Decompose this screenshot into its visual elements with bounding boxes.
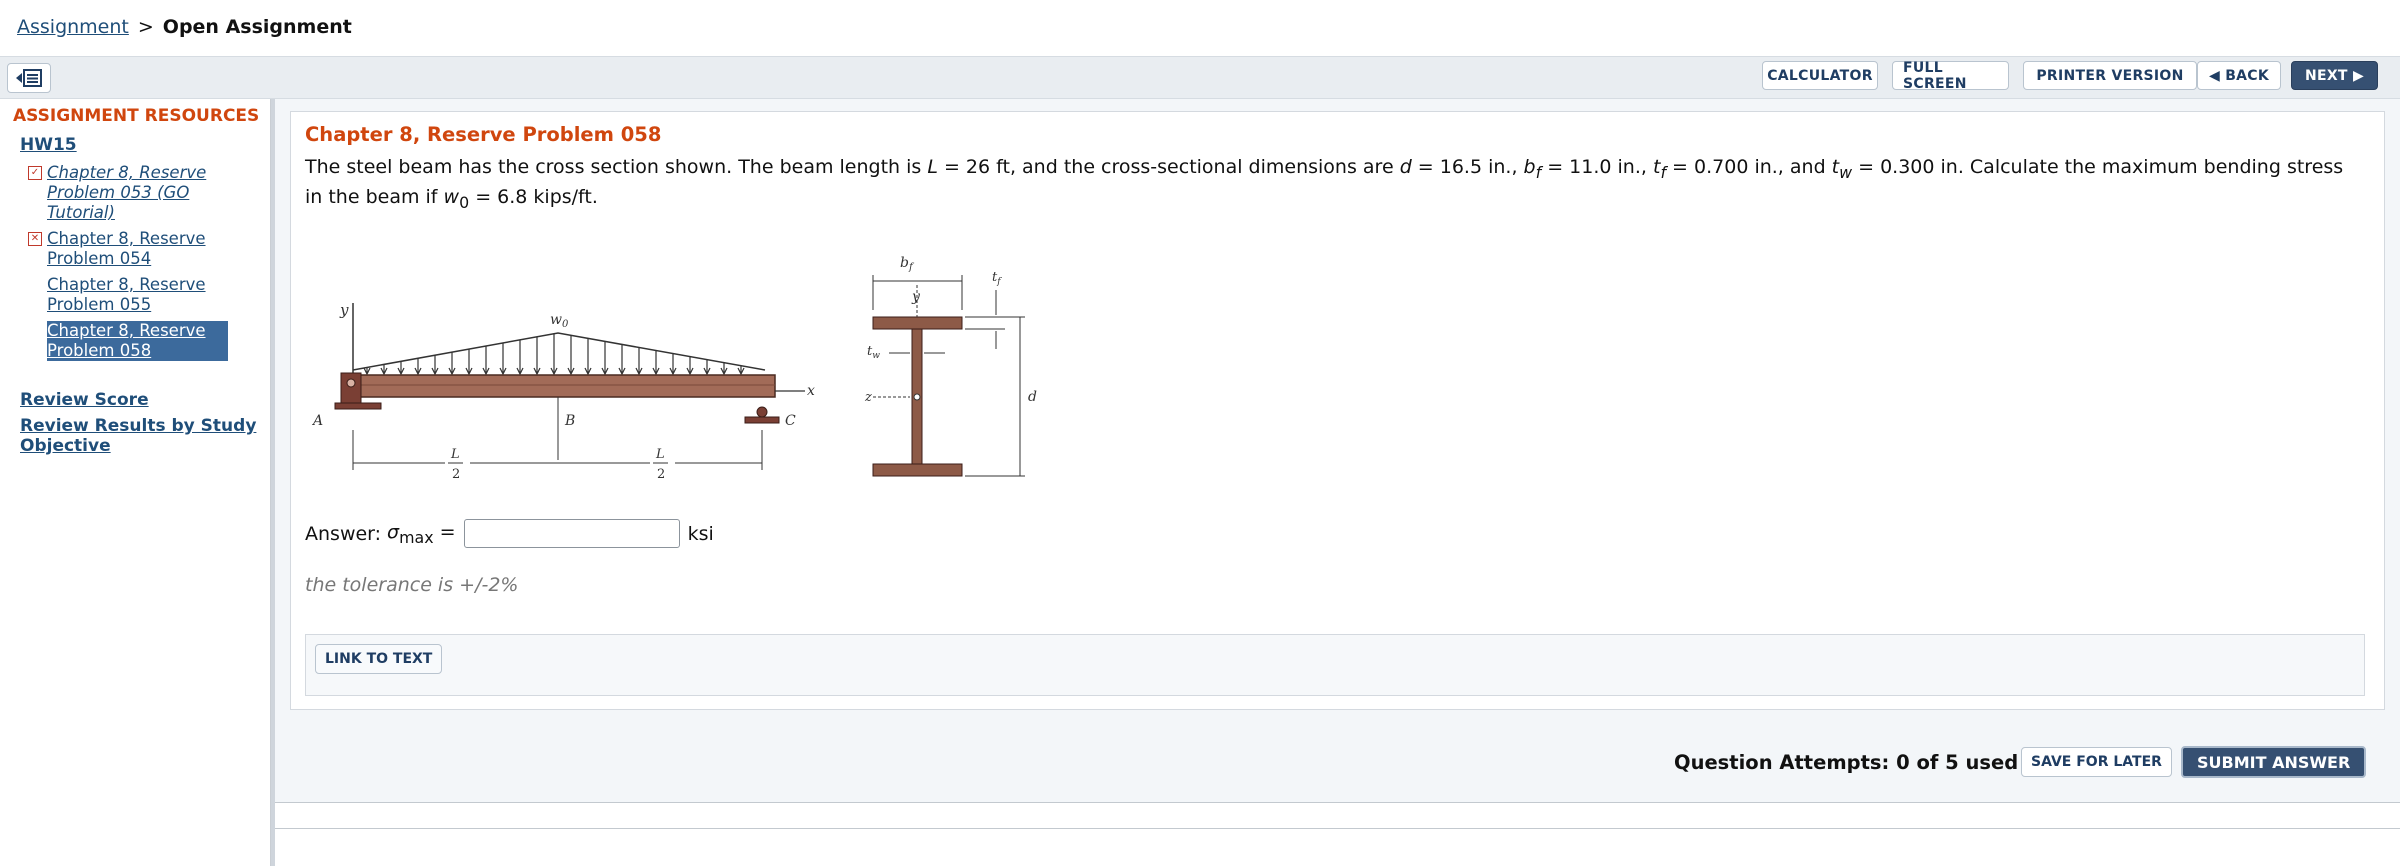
breadcrumb: Assignment > Open Assignment bbox=[17, 12, 352, 42]
printer-version-button[interactable]: PRINTER VERSION bbox=[2023, 61, 2197, 90]
link-to-text-panel bbox=[305, 634, 2365, 696]
question-attempts: Question Attempts: 0 of 5 used bbox=[1674, 751, 2019, 774]
submit-answer-button[interactable]: SUBMIT ANSWER bbox=[2181, 746, 2367, 778]
answer-label: Answer: bbox=[305, 522, 382, 545]
review-results-link[interactable]: Review Results by Study Objective bbox=[20, 416, 260, 456]
svg-text:L: L bbox=[655, 447, 665, 462]
review-score-link[interactable]: Review Score bbox=[20, 390, 260, 410]
sidebar-problem-058: Chapter 8, Reserve Problem 058 bbox=[28, 321, 228, 361]
svg-text:bf: bf bbox=[900, 255, 915, 273]
pin-support-a bbox=[334, 402, 382, 410]
link-to-text-button[interactable]: LINK TO TEXT bbox=[315, 644, 443, 674]
problem-link-055[interactable]: Chapter 8, Reserve Problem 055 bbox=[47, 275, 228, 315]
label-y: y bbox=[339, 301, 349, 319]
distributed-load-arrows bbox=[363, 333, 745, 376]
toolbar: CALCULATOR FULL SCREEN PRINTER VERSION ◀… bbox=[0, 56, 2400, 99]
collapse-sidebar-icon bbox=[16, 69, 42, 87]
answer-unit: ksi bbox=[687, 522, 714, 545]
roller-support-c bbox=[756, 406, 768, 418]
back-button[interactable]: ◀ BACK bbox=[2197, 61, 2281, 90]
question-text: The steel beam has the cross section sho… bbox=[305, 156, 2344, 212]
answer-input[interactable] bbox=[463, 519, 680, 548]
svg-text:w0: w0 bbox=[550, 312, 569, 330]
answer-row: Answer: σmax = ksi bbox=[305, 519, 714, 548]
svg-text:d: d bbox=[1028, 389, 1037, 405]
sidebar-problem-054: ✕ Chapter 8, Reserve Problem 054 bbox=[28, 229, 228, 269]
tolerance-note: the tolerance is +/-2% bbox=[305, 574, 519, 596]
full-screen-button[interactable]: FULL SCREEN bbox=[1892, 60, 2009, 92]
bottom-area bbox=[275, 803, 2400, 866]
problem-link-053[interactable]: Chapter 8, Reserve Problem 053 (GO Tutor… bbox=[47, 163, 228, 223]
save-for-later-button[interactable]: SAVE FOR LATER bbox=[2021, 747, 2172, 777]
svg-text:y: y bbox=[911, 289, 921, 305]
beam bbox=[344, 374, 776, 398]
svg-text:A: A bbox=[311, 413, 323, 429]
breadcrumb-current: Open Assignment bbox=[162, 16, 352, 38]
svg-text:2: 2 bbox=[452, 467, 460, 482]
i-beam-cross-section: bf y z tw tf d bbox=[864, 255, 1037, 477]
svg-text:C: C bbox=[785, 413, 796, 429]
svg-text:x: x bbox=[807, 383, 815, 399]
divider bbox=[275, 828, 2400, 829]
assignment-link-hw15[interactable]: HW15 bbox=[20, 135, 77, 155]
svg-text:B: B bbox=[564, 413, 575, 429]
calculator-button[interactable]: CALCULATOR bbox=[1762, 61, 1878, 90]
problem-link-054[interactable]: Chapter 8, Reserve Problem 054 bbox=[47, 229, 228, 269]
svg-text:z: z bbox=[864, 390, 872, 405]
next-button[interactable]: NEXT ▶ bbox=[2291, 61, 2378, 90]
sigma-symbol: σmax = bbox=[387, 520, 456, 547]
assignment-resources-title: ASSIGNMENT RESOURCES bbox=[13, 106, 260, 126]
question-title: Chapter 8, Reserve Problem 058 bbox=[305, 123, 662, 146]
sidebar-problem-053: ✓ Chapter 8, Reserve Problem 053 (GO Tut… bbox=[28, 163, 228, 223]
beam-figure: y w0 x A C B L 2 L 2 bf y z tw tf d bbox=[305, 245, 1065, 489]
collapse-sidebar-button[interactable] bbox=[7, 63, 51, 93]
svg-text:tw: tw bbox=[867, 344, 880, 361]
correct-check-icon: ✓ bbox=[28, 166, 42, 180]
breadcrumb-assignment-link[interactable]: Assignment bbox=[17, 16, 129, 38]
problem-link-058[interactable]: Chapter 8, Reserve Problem 058 bbox=[47, 321, 228, 361]
breadcrumb-separator: > bbox=[137, 16, 154, 38]
svg-text:2: 2 bbox=[657, 467, 665, 482]
svg-text:tf: tf bbox=[992, 270, 1002, 287]
beam-diagram: y w0 x A C B L 2 L 2 bf y z tw tf d bbox=[311, 255, 1037, 482]
svg-text:L: L bbox=[450, 447, 460, 462]
sidebar-problem-055: Chapter 8, Reserve Problem 055 bbox=[28, 275, 228, 315]
incorrect-x-icon: ✕ bbox=[28, 232, 42, 246]
